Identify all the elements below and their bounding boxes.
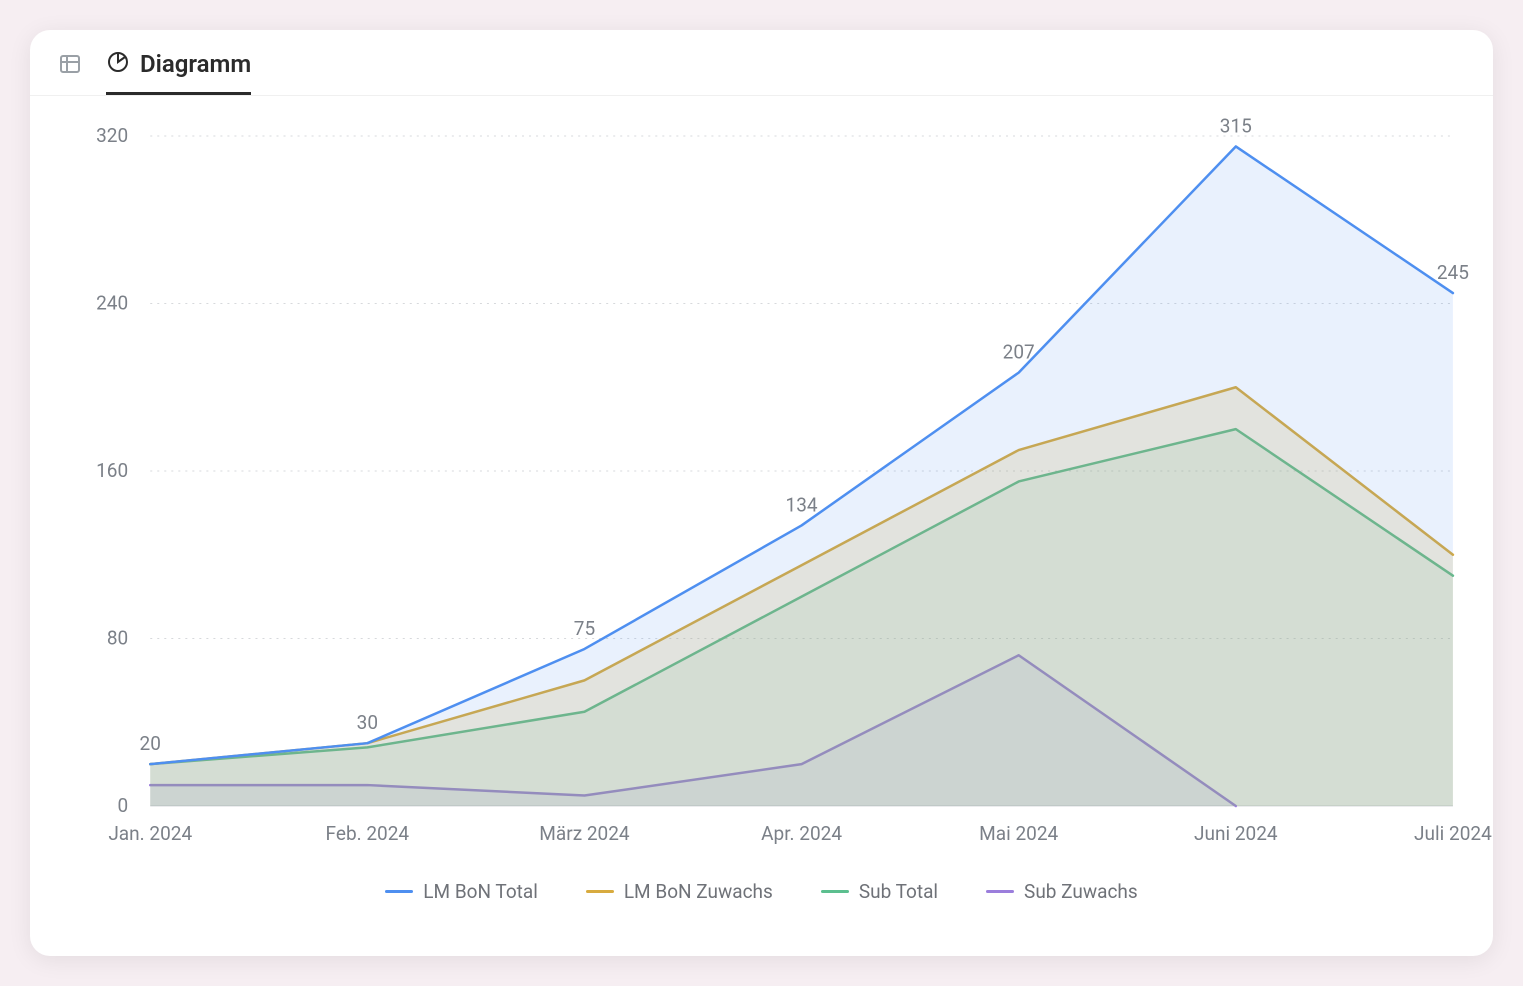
svg-text:Jan. 2024: Jan. 2024 bbox=[108, 822, 192, 845]
svg-text:80: 80 bbox=[107, 627, 128, 650]
chart-legend: LM BoN Total LM BoN Zuwachs Sub Total Sub Z… bbox=[30, 880, 1493, 903]
svg-text:160: 160 bbox=[96, 459, 128, 482]
svg-text:Juni 2024: Juni 2024 bbox=[1194, 822, 1278, 845]
legend-swatch bbox=[586, 890, 614, 893]
tab-chart[interactable]: Diagramm bbox=[106, 50, 251, 95]
legend-item[interactable]: LM BoN Zuwachs bbox=[586, 880, 773, 903]
legend-item[interactable]: Sub Total bbox=[821, 880, 938, 903]
svg-text:März 2024: März 2024 bbox=[539, 822, 630, 845]
svg-text:240: 240 bbox=[96, 292, 128, 315]
svg-text:134: 134 bbox=[786, 493, 818, 516]
svg-text:Juli 2024: Juli 2024 bbox=[1414, 822, 1492, 845]
legend-label: Sub Total bbox=[859, 880, 938, 903]
legend-item[interactable]: LM BoN Total bbox=[385, 880, 538, 903]
view-tabs: Diagramm bbox=[30, 30, 1493, 96]
svg-text:245: 245 bbox=[1437, 261, 1469, 284]
chart-plot-area[interactable]: 0 80 160 240 320 Jan. 2024 Feb. 2024 März 2024 A… bbox=[30, 96, 1493, 876]
svg-text:315: 315 bbox=[1220, 114, 1252, 137]
legend-label: LM BoN Zuwachs bbox=[624, 880, 773, 903]
legend-swatch bbox=[821, 890, 849, 893]
legend-label: LM BoN Total bbox=[423, 880, 538, 903]
chart-card: Diagramm 0 80 160 240 320 Jan. 2024 Feb. 2024 M… bbox=[30, 30, 1493, 956]
tab-chart-label: Diagramm bbox=[140, 50, 251, 78]
svg-text:Feb. 2024: Feb. 2024 bbox=[326, 822, 410, 845]
legend-label: Sub Zuwachs bbox=[1024, 880, 1138, 903]
tab-table[interactable] bbox=[58, 52, 82, 94]
svg-text:0: 0 bbox=[118, 794, 129, 817]
legend-item[interactable]: Sub Zuwachs bbox=[986, 880, 1138, 903]
svg-text:30: 30 bbox=[357, 711, 378, 734]
svg-text:20: 20 bbox=[140, 732, 161, 755]
svg-text:Mai 2024: Mai 2024 bbox=[979, 822, 1058, 845]
svg-text:320: 320 bbox=[96, 124, 128, 147]
legend-swatch bbox=[385, 890, 413, 893]
legend-swatch bbox=[986, 890, 1014, 893]
pie-chart-icon bbox=[106, 50, 130, 78]
svg-text:207: 207 bbox=[1003, 341, 1035, 364]
svg-text:75: 75 bbox=[574, 617, 595, 640]
svg-text:Apr. 2024: Apr. 2024 bbox=[761, 822, 842, 845]
